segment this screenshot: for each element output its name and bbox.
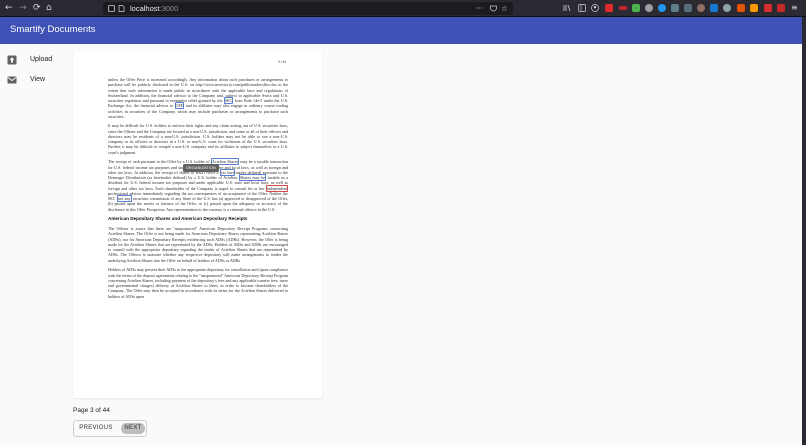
pager-button-group: PREVIOUS NEXT	[73, 420, 147, 437]
back-icon[interactable]: ←	[5, 3, 13, 14]
page-actions-icon[interactable]: ···	[476, 3, 483, 14]
mail-icon	[7, 76, 17, 84]
bookmark-star-icon[interactable]: ☆	[501, 3, 508, 14]
gray-extension-icon[interactable]	[723, 4, 731, 12]
sidebar: Upload View	[0, 44, 64, 445]
green-extension-icon[interactable]	[632, 4, 640, 12]
document-text: unless the Offer Price is increased acco…	[108, 77, 288, 303]
app-title: Smartify Documents	[10, 24, 96, 35]
text-run: securities commission of any State of th…	[108, 196, 288, 212]
document-icon	[118, 5, 125, 12]
shield-extension-icon[interactable]	[710, 4, 718, 12]
sidebar-item-upload[interactable]: Upload	[0, 51, 64, 71]
app-bar: Smartify Documents	[0, 17, 802, 44]
document-page: 3 / 44 unless the Offer Price is increas…	[73, 51, 322, 398]
sidebar-item-label: Upload	[30, 56, 53, 63]
orange-extension-icon[interactable]	[750, 4, 758, 12]
url-text[interactable]: localhost:3000	[130, 3, 178, 14]
library-icon[interactable]	[563, 4, 571, 12]
screen-recorder-extension-icon[interactable]	[619, 6, 627, 10]
menu-icon[interactable]: ≡	[791, 2, 798, 14]
sidebar-toggle-icon[interactable]	[578, 4, 586, 12]
previous-button[interactable]: PREVIOUS	[76, 423, 116, 434]
url-port: :3000	[159, 4, 179, 13]
paragraph: Holders of ADSs may present their ADSs t…	[108, 267, 288, 299]
paragraph: unless the Offer Price is increased acco…	[108, 77, 288, 119]
pocket-icon[interactable]	[490, 5, 497, 12]
fox-extension-icon[interactable]	[737, 4, 745, 12]
page-info: Page 3 of 44	[73, 407, 110, 414]
entity-type-tooltip: ORGANIZATION	[183, 164, 219, 172]
blue-extension-icon[interactable]	[658, 4, 666, 12]
home-icon[interactable]: ⌂	[46, 3, 52, 14]
page-info-icon[interactable]	[108, 5, 115, 12]
profile-extension-icon[interactable]	[697, 4, 705, 12]
account-icon[interactable]	[591, 4, 599, 12]
main-area: Upload View 3 / 44 unless the Offer Pric…	[0, 44, 802, 445]
adblock-extension-icon[interactable]	[777, 4, 785, 12]
browser-toolbar: ← → ⟳ ⌂ localhost:3000 ··· ☆ ≡	[0, 0, 806, 17]
github-extension-icon[interactable]	[645, 4, 653, 12]
image-extension-icon[interactable]	[671, 4, 679, 12]
ublock-extension-icon[interactable]	[605, 4, 613, 12]
page-number-mark: 3 / 44	[278, 60, 286, 64]
address-bar[interactable]: localhost:3000 ··· ☆	[103, 2, 513, 15]
reader-extension-icon[interactable]	[684, 4, 692, 12]
url-host: localhost	[130, 4, 160, 13]
paragraph: The Offeror is aware that there are "uns…	[108, 226, 288, 263]
paragraph: It may be difficult for U.S. holders to …	[108, 123, 288, 155]
next-button[interactable]: NEXT	[121, 423, 145, 434]
sidebar-item-label: View	[30, 76, 46, 83]
red-extension-icon[interactable]	[764, 4, 772, 12]
section-heading: American Depositary Shares and American …	[108, 216, 248, 222]
sidebar-item-view[interactable]: View	[0, 71, 64, 91]
window-edge	[802, 17, 806, 445]
reload-icon[interactable]: ⟳	[33, 3, 41, 14]
upload-icon	[7, 55, 17, 65]
forward-icon[interactable]: →	[19, 3, 27, 14]
